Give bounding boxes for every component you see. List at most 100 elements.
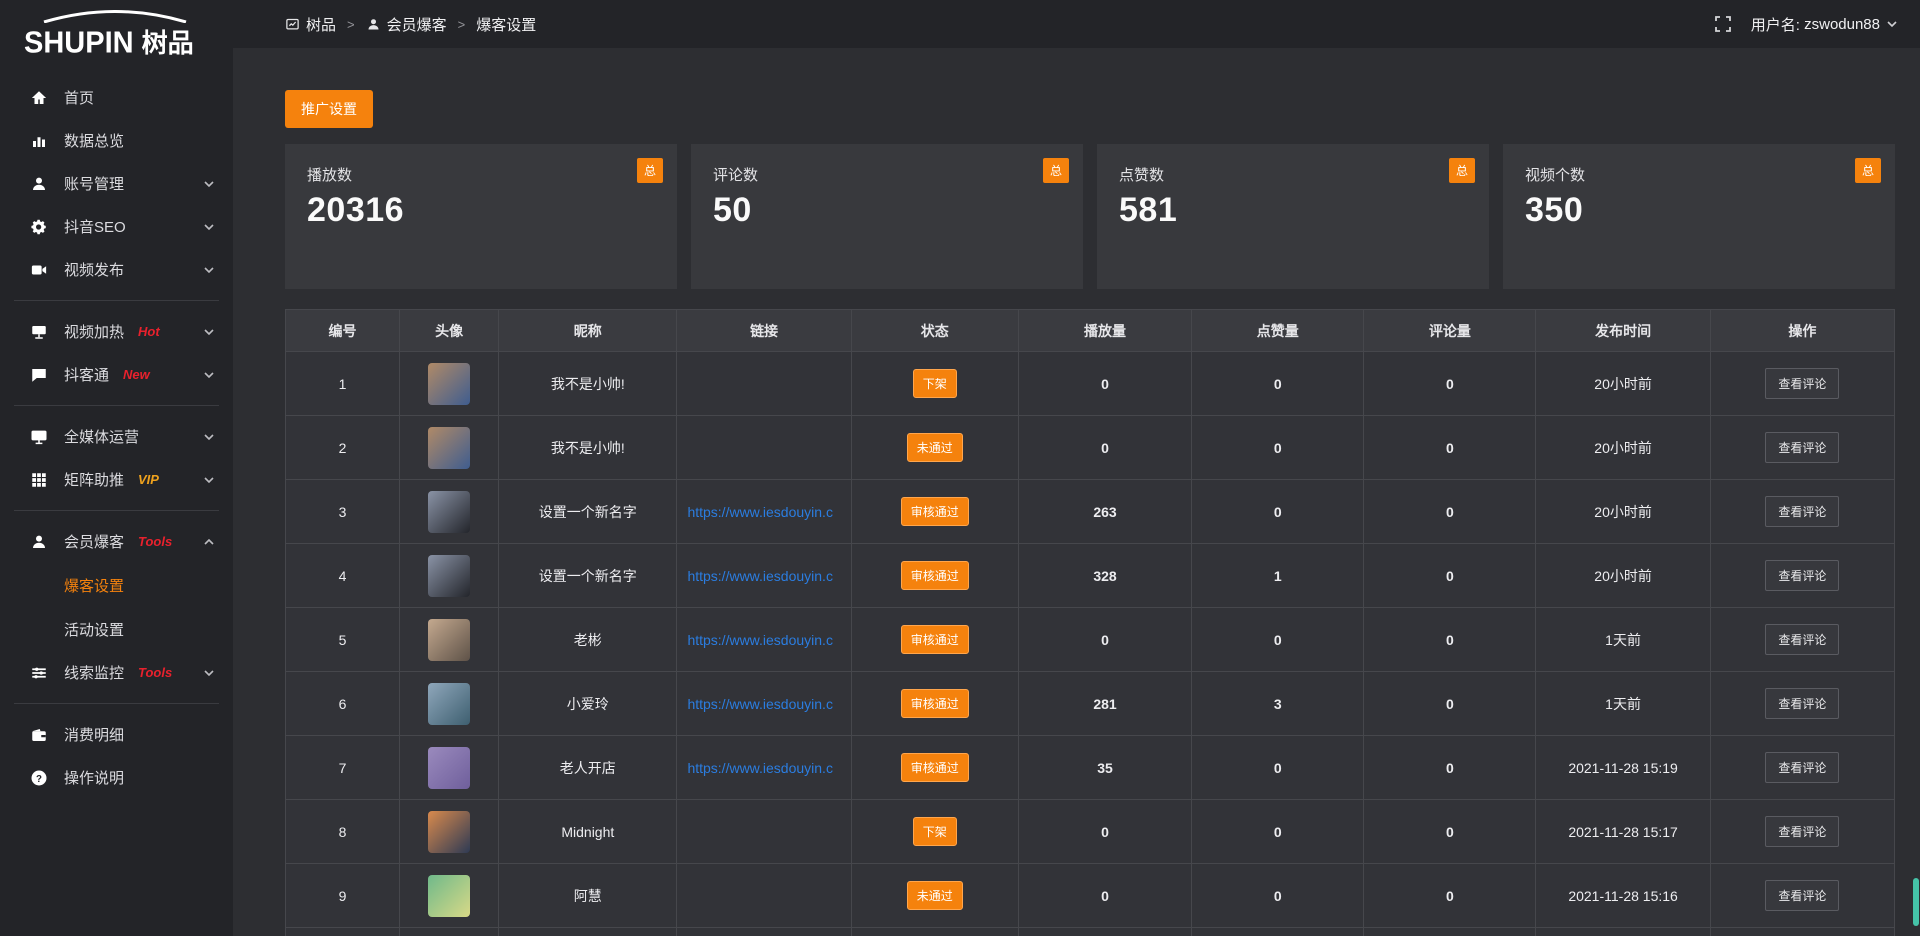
view-comments-button[interactable]: 查看评论	[1765, 368, 1839, 399]
cell-nickname: 设置一个新名字	[499, 480, 677, 544]
video-link[interactable]: https://www.iesdouyin.c	[687, 696, 833, 712]
cell-likes: 0	[1192, 480, 1364, 544]
user-icon	[30, 175, 48, 193]
scrollbar-thumb[interactable]	[1913, 878, 1919, 926]
cell-time: 2021-11-28 15:16	[1536, 864, 1710, 928]
table-row: 1我不是小帅!下架00020小时前查看评论	[286, 352, 1895, 416]
username-label: 用户名:	[1751, 14, 1800, 35]
chevron-down-icon	[203, 326, 215, 338]
sidebar-item-label: 首页	[64, 87, 94, 108]
sidebar-item-label: 会员爆客	[64, 531, 124, 552]
status-badge[interactable]: 审核通过	[901, 561, 969, 590]
sidebar-item-7[interactable]: 抖客通New	[0, 353, 233, 396]
view-comments-button[interactable]: 查看评论	[1765, 880, 1839, 911]
view-comments-button[interactable]: 查看评论	[1765, 432, 1839, 463]
cell-avatar	[400, 352, 499, 416]
status-badge[interactable]: 审核通过	[901, 625, 969, 654]
cell-avatar	[400, 416, 499, 480]
cell-link	[677, 800, 851, 864]
stat-card-value: 581	[1119, 191, 1467, 230]
cell-action: 查看评论	[1710, 736, 1894, 800]
breadcrumb-item-1[interactable]: 树品	[285, 14, 336, 35]
cell-comments: 0	[1364, 608, 1536, 672]
cell-likes: 0	[1192, 864, 1364, 928]
chevron-down-icon	[1886, 18, 1898, 30]
view-comments-button[interactable]: 查看评论	[1765, 816, 1839, 847]
total-badge[interactable]: 总	[1449, 158, 1475, 183]
cell-plays: 328	[1018, 544, 1191, 608]
sidebar-item-12[interactable]: 消费明细	[0, 713, 233, 756]
videos-table: 编号头像昵称链接状态播放量点赞量评论量发布时间操作1我不是小帅!下架00020小…	[285, 309, 1895, 936]
view-comments-button[interactable]: 查看评论	[1765, 752, 1839, 783]
sidebar-item-6[interactable]: 视频加热Hot	[0, 310, 233, 353]
avatar[interactable]	[428, 555, 470, 597]
sidebar-subitem-爆客设置[interactable]: 爆客设置	[0, 563, 233, 607]
bar-chart-icon	[30, 132, 48, 150]
video-link[interactable]: https://www.iesdouyin.c	[687, 568, 833, 584]
status-badge[interactable]: 未通过	[907, 433, 963, 462]
cell-likes: 0	[1192, 800, 1364, 864]
heat-monitor-icon	[30, 323, 48, 341]
fullscreen-icon[interactable]	[1715, 16, 1731, 32]
promotion-settings-button[interactable]: 推广设置	[285, 90, 373, 128]
stat-card-value: 20316	[307, 191, 655, 230]
video-link[interactable]: https://www.iesdouyin.c	[687, 760, 833, 776]
cell-likes: 0	[1192, 736, 1364, 800]
status-badge[interactable]: 未通过	[907, 881, 963, 910]
status-badge[interactable]: 下架	[913, 817, 957, 846]
user-menu[interactable]: 用户名: zswodun88	[1751, 14, 1898, 35]
cell-time: 20小时前	[1536, 416, 1710, 480]
avatar[interactable]	[428, 619, 470, 661]
avatar[interactable]	[428, 491, 470, 533]
sidebar-item-2[interactable]: 数据总览	[0, 119, 233, 162]
avatar[interactable]	[428, 875, 470, 917]
chevron-down-icon	[203, 667, 215, 679]
status-badge[interactable]: 审核通过	[901, 497, 969, 526]
avatar[interactable]	[428, 683, 470, 725]
view-comments-button[interactable]: 查看评论	[1765, 688, 1839, 719]
cell-plays: 35	[1018, 736, 1191, 800]
sidebar-subitem-活动设置[interactable]: 活动设置	[0, 607, 233, 651]
breadcrumb-item-2[interactable]: 会员爆客	[366, 14, 447, 35]
avatar[interactable]	[428, 363, 470, 405]
breadcrumb-label: 树品	[306, 14, 336, 35]
sidebar-item-label: 视频加热	[64, 321, 124, 342]
total-badge[interactable]: 总	[1043, 158, 1069, 183]
sidebar-item-5[interactable]: 视频发布	[0, 248, 233, 291]
sidebar-item-10[interactable]: 会员爆客Tools	[0, 520, 233, 563]
avatar[interactable]	[428, 427, 470, 469]
video-link[interactable]: https://www.iesdouyin.c	[687, 632, 833, 648]
total-badge[interactable]: 总	[637, 158, 663, 183]
sidebar-item-label: 账号管理	[64, 173, 124, 194]
avatar[interactable]	[428, 747, 470, 789]
sidebar-item-8[interactable]: 全媒体运营	[0, 415, 233, 458]
sidebar-item-13[interactable]: ?操作说明	[0, 756, 233, 799]
cell-action	[1710, 928, 1894, 936]
total-badge[interactable]: 总	[1855, 158, 1881, 183]
breadcrumb-item-3[interactable]: 爆客设置	[476, 14, 536, 35]
avatar[interactable]	[428, 811, 470, 853]
cell-link: https://www.iesdouyin.c	[677, 736, 851, 800]
status-badge[interactable]: 审核通过	[901, 753, 969, 782]
status-badge[interactable]: 审核通过	[901, 689, 969, 718]
cell-status: 审核通过	[851, 480, 1018, 544]
sidebar-item-4[interactable]: 抖音SEO	[0, 205, 233, 248]
status-badge[interactable]: 下架	[913, 369, 957, 398]
sidebar-item-1[interactable]: 首页	[0, 76, 233, 119]
cell-avatar	[400, 608, 499, 672]
sidebar-item-11[interactable]: 线索监控Tools	[0, 651, 233, 694]
cell-comments: 0	[1364, 800, 1536, 864]
cell-id: 2	[286, 416, 400, 480]
stat-card-label: 点赞数	[1119, 164, 1467, 185]
sidebar-item-9[interactable]: 矩阵助推VIP	[0, 458, 233, 501]
sidebar-item-3[interactable]: 账号管理	[0, 162, 233, 205]
video-link[interactable]: https://www.iesdouyin.c	[687, 504, 833, 520]
view-comments-button[interactable]: 查看评论	[1765, 560, 1839, 591]
sidebar-item-label: 抖音SEO	[64, 216, 126, 237]
cell-time: 20小时前	[1536, 544, 1710, 608]
cell-status: 下架	[851, 352, 1018, 416]
stat-card-value: 350	[1525, 191, 1873, 230]
view-comments-button[interactable]: 查看评论	[1765, 624, 1839, 655]
view-comments-button[interactable]: 查看评论	[1765, 496, 1839, 527]
brand-logo[interactable]: SHUPIN 树品	[0, 0, 233, 70]
